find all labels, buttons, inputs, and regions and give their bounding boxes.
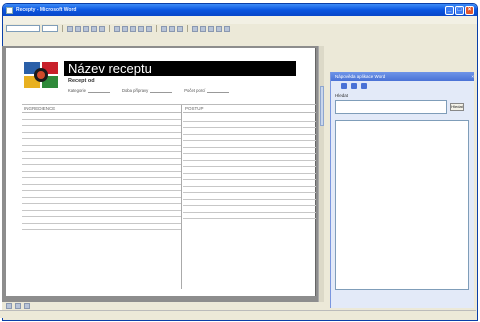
cut-icon[interactable] bbox=[114, 25, 120, 32]
close-pane-icon[interactable]: × bbox=[471, 72, 474, 81]
task-pane-nav bbox=[331, 81, 474, 91]
outline-view-icon[interactable] bbox=[24, 303, 30, 309]
align-left-icon[interactable] bbox=[192, 25, 198, 32]
undo-icon[interactable] bbox=[138, 25, 144, 32]
standard-toolbar bbox=[3, 24, 477, 33]
back-icon[interactable] bbox=[341, 83, 347, 89]
search-results[interactable] bbox=[335, 120, 469, 290]
minimize-button[interactable]: _ bbox=[445, 5, 454, 15]
zoom-icon[interactable] bbox=[216, 25, 222, 32]
forward-icon[interactable] bbox=[351, 83, 357, 89]
layout-view-icon[interactable] bbox=[15, 303, 21, 309]
vertical-scrollbar[interactable] bbox=[318, 46, 324, 302]
print-icon[interactable] bbox=[91, 25, 97, 32]
open-icon[interactable] bbox=[75, 25, 81, 32]
task-pane-header: Nápověda aplikace Word × bbox=[331, 72, 474, 81]
font-size-select[interactable] bbox=[42, 25, 58, 32]
recipe-table: INGREDIENCE POSTUP bbox=[22, 104, 316, 289]
ingredients-column[interactable]: INGREDIENCE bbox=[22, 105, 182, 289]
search-row: Hledat bbox=[331, 98, 474, 116]
toolbar-separator bbox=[62, 25, 63, 32]
ruled-line bbox=[183, 213, 316, 219]
ruled-line bbox=[22, 224, 181, 230]
home-icon[interactable] bbox=[361, 83, 367, 89]
task-pane-title: Nápověda aplikace Word bbox=[335, 74, 386, 79]
search-input[interactable] bbox=[335, 100, 447, 114]
ingredients-header: INGREDIENCE bbox=[22, 105, 181, 113]
help-task-pane: Nápověda aplikace Word × Hledat Hledat bbox=[330, 72, 474, 308]
recipe-author[interactable]: Recept od bbox=[68, 78, 95, 84]
prep-time-label: Doba přípravy bbox=[121, 88, 149, 93]
help-icon[interactable] bbox=[224, 25, 230, 32]
recipe-logo-icon bbox=[24, 62, 58, 88]
align-center-icon[interactable] bbox=[200, 25, 206, 32]
new-document-icon[interactable] bbox=[67, 25, 73, 32]
task-pane-footer bbox=[331, 300, 475, 308]
word-app-icon bbox=[6, 6, 13, 14]
toolbar-separator bbox=[187, 25, 188, 32]
preview-icon[interactable] bbox=[99, 25, 105, 32]
portions-label: Počet porcí bbox=[184, 88, 206, 93]
recipe-title[interactable]: Název receptu bbox=[64, 61, 296, 76]
maximize-button[interactable]: □ bbox=[455, 5, 464, 15]
secondary-toolbar bbox=[3, 33, 477, 41]
close-button[interactable]: × bbox=[465, 5, 474, 15]
bold-icon[interactable] bbox=[161, 25, 167, 32]
table-icon[interactable] bbox=[208, 25, 214, 32]
prep-time-field[interactable] bbox=[150, 88, 173, 93]
italic-icon[interactable] bbox=[169, 25, 175, 32]
title-bar: Recepty - Microsoft Word _ □ × bbox=[3, 4, 477, 16]
normal-view-icon[interactable] bbox=[6, 303, 12, 309]
document-page[interactable]: Název receptu Recept od Kategorie Doba p… bbox=[6, 48, 316, 296]
underline-icon[interactable] bbox=[177, 25, 183, 32]
style-select[interactable] bbox=[6, 25, 40, 32]
toolbar-separator bbox=[109, 25, 110, 32]
paste-icon[interactable] bbox=[130, 25, 136, 32]
save-icon[interactable] bbox=[83, 25, 89, 32]
recipe-meta-row: Kategorie Doba přípravy Počet porcí bbox=[68, 88, 318, 93]
category-field[interactable] bbox=[87, 88, 110, 93]
scroll-thumb[interactable] bbox=[320, 86, 324, 126]
window-title: Recepty - Microsoft Word bbox=[16, 7, 77, 13]
status-bar bbox=[0, 310, 476, 318]
menu-bar bbox=[3, 16, 477, 24]
portions-field[interactable] bbox=[207, 88, 230, 93]
procedure-header: POSTUP bbox=[183, 105, 316, 113]
procedure-column[interactable]: POSTUP bbox=[183, 105, 316, 289]
copy-icon[interactable] bbox=[122, 25, 128, 32]
document-area: Název receptu Recept od Kategorie Doba p… bbox=[2, 46, 324, 302]
view-bar bbox=[2, 302, 324, 310]
redo-icon[interactable] bbox=[146, 25, 152, 32]
toolbar-separator bbox=[156, 25, 157, 32]
category-label: Kategorie bbox=[68, 88, 86, 93]
search-go-button[interactable]: Hledat bbox=[450, 103, 464, 111]
